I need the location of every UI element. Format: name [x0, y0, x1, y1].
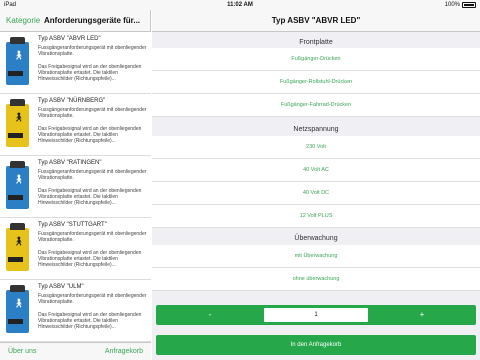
add-to-basket-button[interactable]: In den Anfragekorb	[156, 335, 476, 355]
item-text: Das Freigabesignal wird an der obenliege…	[38, 250, 142, 268]
quantity-field[interactable]: 1	[264, 308, 368, 322]
item-text: Das Freigabesignal wird an der obenliege…	[38, 126, 142, 144]
request-basket-button[interactable]: Anfragekorb	[105, 343, 143, 360]
option-cell[interactable]: ohne überwachung	[152, 268, 480, 291]
device-thumbnail: 🚶︎	[4, 285, 31, 335]
item-title: Typ ASBV "RATINGEN"	[38, 160, 102, 166]
item-text: Das Freigabesignal wird an der obenliege…	[38, 188, 142, 206]
item-title: Typ ASBV "STUTTGART"	[38, 222, 107, 228]
pedestrian-icon: 🚶︎	[13, 174, 25, 184]
item-description: Fussgängeranforderungsgerät mit obenlieg…	[38, 169, 147, 181]
device-thumbnail: 🚶︎	[4, 223, 31, 273]
back-button[interactable]: Kategorie	[6, 10, 40, 32]
device-thumbnail: 🚶︎	[4, 161, 31, 211]
item-title: Typ ASBV "ULM"	[38, 284, 84, 290]
product-list: 🚶︎ Typ ASBV "ABVR LED" Fussgängeranforde…	[0, 32, 151, 342]
option-cell[interactable]: 230 Volt	[152, 136, 480, 159]
list-item[interactable]: 🚶︎ Typ ASBV "ULM" Fussgängeranforderungs…	[0, 280, 151, 342]
item-text: Das Freigabesignal wird an der obenliege…	[38, 312, 142, 330]
section-header-netzspannung: Netzspannung	[293, 126, 339, 133]
option-cell[interactable]: 40 Volt AC	[152, 159, 480, 182]
list-item[interactable]: 🚶︎ Typ ASBV "NÜRNBERG" Fussgängeranforde…	[0, 94, 151, 156]
section-header-ueberwachung: Überwachung	[294, 235, 338, 242]
master-title: Anforderungsgeräte für...	[44, 16, 141, 25]
device-thumbnail: 🚶︎	[4, 37, 31, 87]
option-cell[interactable]: 40 Volt DC	[152, 182, 480, 205]
option-cell[interactable]: 12 Volt PLUS	[152, 205, 480, 228]
master-pane: Kategorie Anforderungsgeräte für... 🚶︎ T…	[0, 10, 151, 360]
detail-pane: Typ ASBV "ABVR LED" Frontplatte Fußgänge…	[152, 10, 480, 360]
item-description: Fussgängeranforderungsgerät mit obenlieg…	[38, 107, 147, 119]
pedestrian-icon: 🚶︎	[13, 50, 25, 60]
pedestrian-icon: 🚶︎	[13, 298, 25, 308]
about-button[interactable]: Über uns	[8, 343, 36, 360]
list-item[interactable]: 🚶︎ Typ ASBV "ABVR LED" Fussgängeranforde…	[0, 32, 151, 94]
list-item[interactable]: 🚶︎ Typ ASBV "RATINGEN" Fussgängeranforde…	[0, 156, 151, 218]
battery-indicator: 100%	[445, 0, 476, 10]
item-title: Typ ASBV "NÜRNBERG"	[38, 98, 106, 104]
item-title: Typ ASBV "ABVR LED"	[38, 36, 101, 42]
increment-button[interactable]: +	[368, 305, 476, 325]
item-description: Fussgängeranforderungsgerät mit obenlieg…	[38, 45, 147, 57]
option-cell[interactable]: Fußgänger-Rollstuhl-Drücken	[152, 71, 480, 94]
detail-title: Typ ASBV "ABVR LED"	[152, 10, 480, 32]
battery-icon	[462, 2, 476, 8]
master-nav-bar: Kategorie Anforderungsgeräte für...	[0, 10, 151, 32]
decrement-button[interactable]: -	[156, 305, 264, 325]
item-description: Fussgängeranforderungsgerät mit obenlieg…	[38, 231, 147, 243]
item-description: Fussgängeranforderungsgerät mit obenlieg…	[38, 293, 147, 305]
option-cell[interactable]: Fußgänger-Fahrrad-Drücken	[152, 94, 480, 117]
quantity-stepper: - 1 +	[156, 305, 476, 325]
status-time: 11:02 AM	[227, 2, 253, 8]
pedestrian-icon: 🚶︎	[13, 236, 25, 246]
device-thumbnail: 🚶︎	[4, 99, 31, 149]
pedestrian-icon: 🚶︎	[13, 112, 25, 122]
item-text: Das Freigabesignal wird an der obenliege…	[38, 64, 142, 82]
section-header-frontplatte: Frontplatte	[299, 39, 333, 46]
option-cell[interactable]: mit Überwachung	[152, 245, 480, 268]
list-item[interactable]: 🚶︎ Typ ASBV "STUTTGART" Fussgängeranford…	[0, 218, 151, 280]
master-toolbar: Über uns Anfragekorb	[0, 342, 151, 360]
option-cell[interactable]: Fußgänger-Drücken	[152, 48, 480, 71]
battery-percent: 100%	[444, 2, 460, 8]
status-bar: iPad 11:02 AM 100%	[0, 0, 480, 10]
